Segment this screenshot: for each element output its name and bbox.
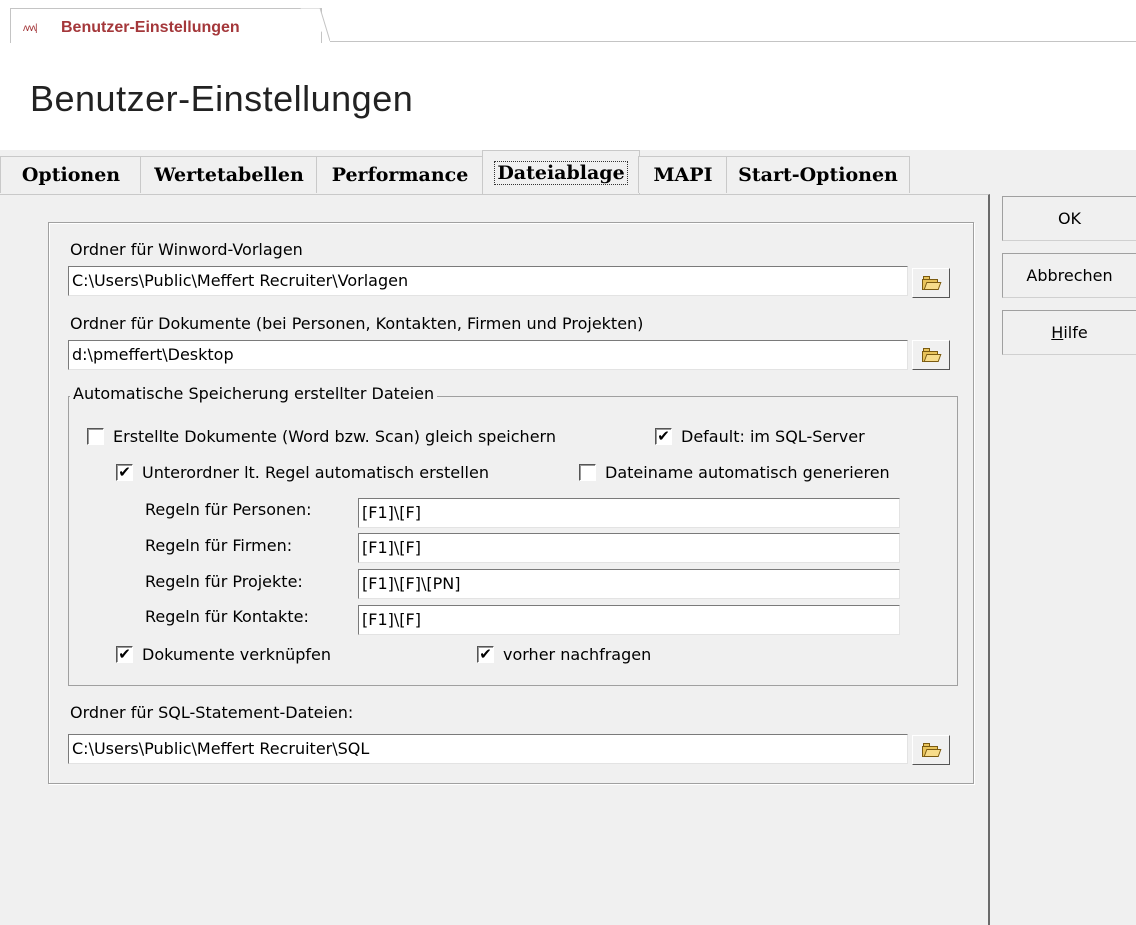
help-button[interactable]: Hilfe [1002,310,1136,355]
documents-folder-label: Ordner für Dokumente (bei Personen, Kont… [70,314,644,333]
documents-folder-input[interactable]: d:\pmeffert\Desktop [68,340,908,370]
rules-projects-input[interactable]: [F1]\[F]\[PN] [358,569,900,599]
ask-before-label: vorher nachfragen [503,645,652,664]
sql-folder-label: Ordner für SQL-Statement-Dateien: [70,703,354,722]
document-tab-label: Benutzer-Einstellungen [61,19,240,36]
tab-dateiablage[interactable]: Dateiablage [482,150,640,195]
rules-projects-label: Regeln für Projekte: [145,572,303,591]
form-area: Optionen Wertetabellen Performance Datei… [0,150,1136,925]
default-sql-checkbox[interactable]: ✔ [655,428,672,445]
filename-label: Dateiname automatisch generieren [605,463,890,482]
save-now-checkbox[interactable] [87,428,104,445]
document-tab-edge [300,8,330,42]
rules-persons-input[interactable]: [F1]\[F] [358,498,900,528]
save-now-label: Erstellte Dokumente (Word bzw. Scan) gle… [113,427,556,446]
document-tab[interactable]: ᴧᴧᴧ| Benutzer-Einstellungen [10,8,322,43]
open-folder-icon [922,348,942,362]
cancel-button[interactable]: Abbrechen [1002,253,1136,298]
form-icon: ᴧᴧᴧ| [23,23,38,34]
sql-folder-input[interactable]: C:\Users\Public\Meffert Recruiter\SQL [68,734,908,764]
rules-persons-label: Regeln für Personen: [145,500,312,519]
tab-optionen[interactable]: Optionen [0,156,142,193]
rules-contacts-label: Regeln für Kontakte: [145,607,309,626]
tab-wertetabellen[interactable]: Wertetabellen [140,156,318,193]
sql-browse-button[interactable] [912,735,950,765]
page-title: Benutzer-Einstellungen [30,78,414,119]
link-docs-checkbox[interactable]: ✔ [116,646,133,663]
tab-performance[interactable]: Performance [316,156,484,193]
open-folder-icon [922,276,942,290]
document-tab-strip: ᴧᴧᴧ| Benutzer-Einstellungen [0,0,1136,43]
rules-firms-input[interactable]: [F1]\[F] [358,533,900,563]
winword-browse-button[interactable] [912,268,950,298]
subfolder-label: Unterordner lt. Regel automatisch erstel… [142,463,489,482]
subfolder-checkbox[interactable]: ✔ [116,464,133,481]
link-docs-label: Dokumente verknüpfen [142,645,332,664]
open-folder-icon [922,743,942,757]
filename-checkbox[interactable] [579,464,596,481]
winword-folder-input[interactable]: C:\Users\Public\Meffert Recruiter\Vorlag… [68,266,908,296]
tab-mapi[interactable]: MAPI [638,156,728,193]
default-sql-label: Default: im SQL-Server [681,427,865,446]
rules-contacts-input[interactable]: [F1]\[F] [358,605,900,635]
tab-start-optionen[interactable]: Start-Optionen [726,156,910,193]
rules-firms-label: Regeln für Firmen: [145,536,293,555]
ask-before-checkbox[interactable]: ✔ [477,646,494,663]
auto-save-legend: Automatische Speicherung erstellter Date… [70,384,438,403]
documents-browse-button[interactable] [912,340,950,370]
winword-folder-label: Ordner für Winword-Vorlagen [70,240,303,259]
ok-button[interactable]: OK [1002,196,1136,241]
